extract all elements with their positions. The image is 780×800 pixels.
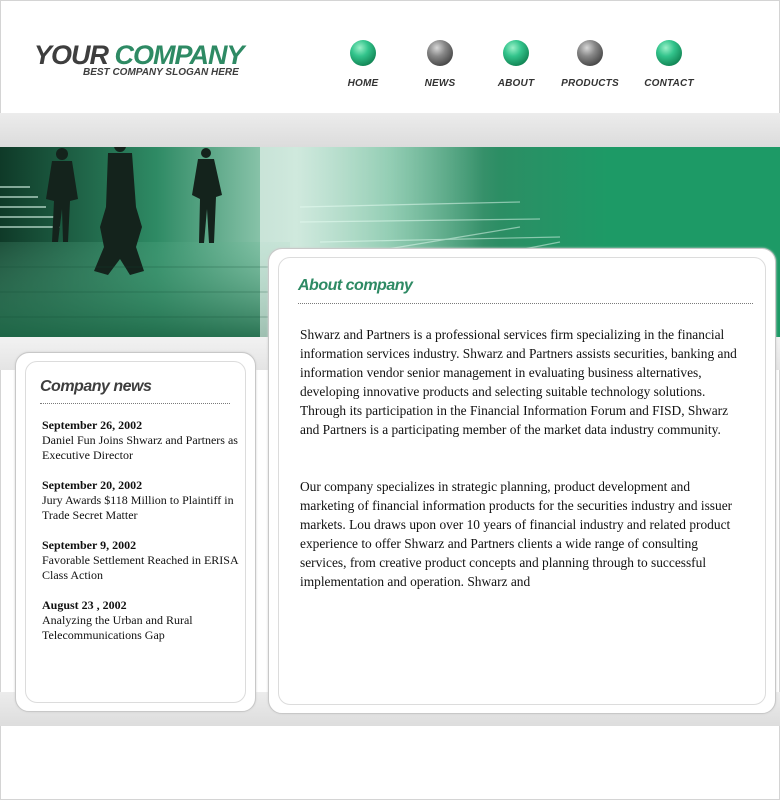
news-date: September 20, 2002: [42, 478, 143, 492]
nav-news[interactable]: NEWS: [400, 40, 480, 89]
about-title-divider: [298, 303, 753, 304]
about-paragraph-1: Shwarz and Partners is a professional se…: [300, 327, 737, 437]
news-item[interactable]: September 20, 2002 Jury Awards $118 Mill…: [42, 478, 242, 523]
gray-ball-icon: [577, 40, 603, 66]
logo-your-text: YOUR: [34, 40, 109, 70]
news-item[interactable]: September 9, 2002 Favorable Settlement R…: [42, 538, 242, 583]
news-headline[interactable]: Jury Awards $118 Million to Plaintiff in…: [42, 493, 242, 523]
logo-company-text: COMPANY: [114, 40, 245, 70]
green-ball-icon: [503, 40, 529, 66]
nav-products[interactable]: PRODUCTS: [550, 40, 630, 89]
company-news-panel: [15, 352, 256, 712]
gray-ball-icon: [427, 40, 453, 66]
green-ball-icon: [350, 40, 376, 66]
news-headline[interactable]: Favorable Settlement Reached in ERISA Cl…: [42, 553, 242, 583]
news-date: September 9, 2002: [42, 538, 137, 552]
news-title: Company news: [40, 378, 152, 395]
logo-wordmark: YOUR COMPANY: [34, 40, 245, 70]
nav-about-label: ABOUT: [497, 78, 535, 89]
nav-contact-label: CONTACT: [644, 78, 694, 89]
news-title-divider: [40, 403, 230, 404]
news-date: August 23 , 2002: [42, 598, 127, 612]
company-logo[interactable]: YOUR COMPANY BEST COMPANY SLOGAN HERE: [34, 40, 245, 78]
about-title: About company: [298, 277, 413, 294]
news-panel-inner-border: [25, 361, 246, 703]
news-date: September 26, 2002: [42, 418, 143, 432]
nav-products-label: PRODUCTS: [561, 78, 619, 89]
header-divider-band: [0, 113, 780, 147]
nav-home-label: HOME: [347, 78, 379, 89]
nav-about[interactable]: ABOUT: [476, 40, 556, 89]
news-headline[interactable]: Analyzing the Urban and Rural Telecommun…: [42, 613, 242, 643]
about-paragraph-2: Our company specializes in strategic pla…: [300, 479, 733, 589]
nav-home[interactable]: HOME: [323, 40, 403, 89]
nav-news-label: NEWS: [424, 78, 456, 89]
company-slogan: BEST COMPANY SLOGAN HERE: [83, 67, 239, 78]
nav-contact[interactable]: CONTACT: [629, 40, 709, 89]
news-item[interactable]: August 23 , 2002 Analyzing the Urban and…: [42, 598, 242, 643]
news-item[interactable]: September 26, 2002 Daniel Fun Joins Shwa…: [42, 418, 242, 463]
news-headline[interactable]: Daniel Fun Joins Shwarz and Partners as …: [42, 433, 242, 463]
green-ball-icon: [656, 40, 682, 66]
